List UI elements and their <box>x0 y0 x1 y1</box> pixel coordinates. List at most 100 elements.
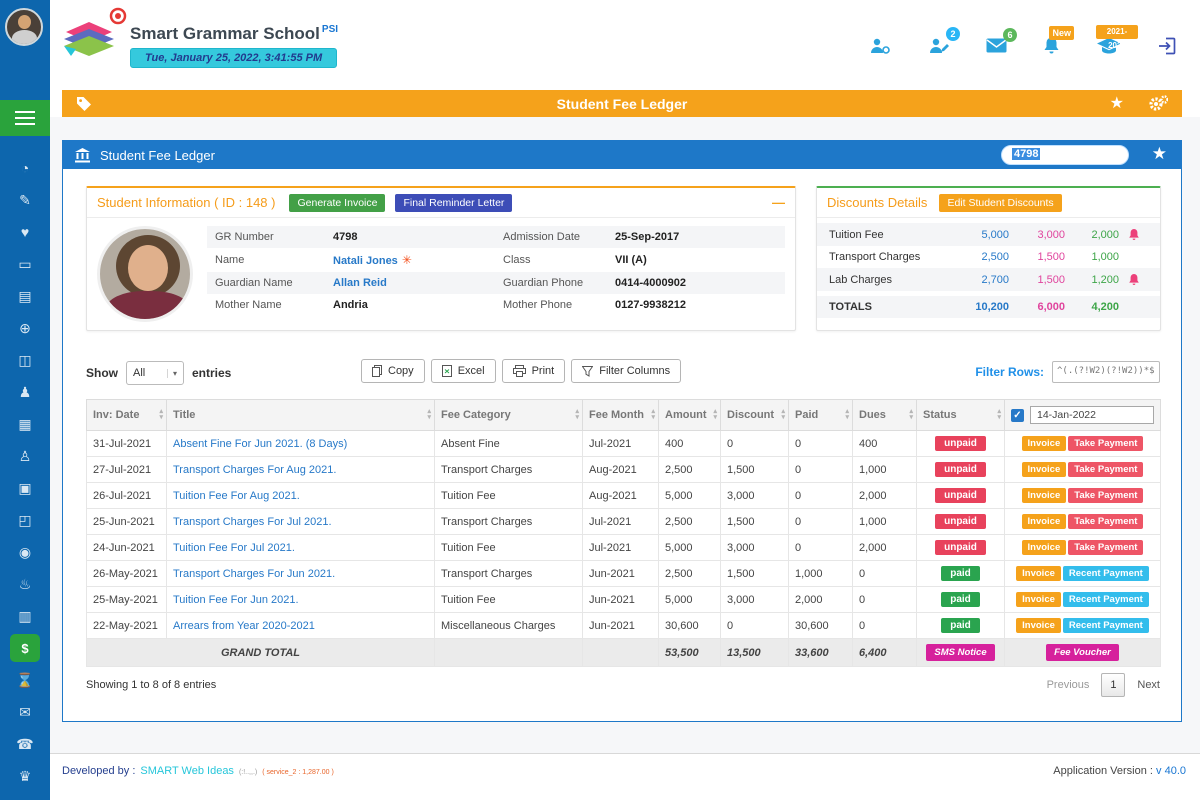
recent-payment-button[interactable]: Recent Payment <box>1063 592 1149 607</box>
amount: 30,600 <box>659 613 721 639</box>
ledger-search-input[interactable]: 4798 <box>1001 145 1129 165</box>
column-header-amount[interactable]: Amount▴▾ <box>659 400 721 431</box>
sidebar-item-staff[interactable]: ♟ <box>0 376 50 408</box>
print-button[interactable]: Print <box>502 359 566 383</box>
grand-dues: 6,400 <box>853 639 917 667</box>
sidebar-item-lab[interactable]: ♨ <box>0 568 50 600</box>
filter-rows-input[interactable]: ^(.(?!W2)(?!W2))*$ <box>1052 361 1160 383</box>
invoice-button[interactable]: Invoice <box>1016 592 1061 607</box>
final-reminder-button[interactable]: Final Reminder Letter <box>395 194 512 212</box>
invoice-button[interactable]: Invoice <box>1016 566 1061 581</box>
sidebar-item-ledger[interactable]: ▥ <box>0 600 50 632</box>
sidebar-item-news[interactable]: ▤ <box>0 280 50 312</box>
paid: 2,000 <box>789 587 853 613</box>
sidebar-item-website[interactable]: ⊕ <box>0 312 50 344</box>
generate-invoice-button[interactable]: Generate Invoice <box>289 194 385 212</box>
info-value[interactable]: Natali Jones✳ <box>333 253 503 267</box>
column-header-paid[interactable]: Paid▴▾ <box>789 400 853 431</box>
take-payment-button[interactable]: Take Payment <box>1068 488 1143 503</box>
recent-payment-button[interactable]: Recent Payment <box>1063 618 1149 633</box>
fee-title-link[interactable]: Arrears from Year 2020-2021 <box>167 613 435 639</box>
user-edit-icon[interactable]: 2 <box>927 37 950 55</box>
favorite-star-icon[interactable]: ★ <box>1110 96 1124 112</box>
paid: 1,000 <box>789 561 853 587</box>
sidebar-item-profile[interactable]: ◉ <box>0 536 50 568</box>
fee-title-link[interactable]: Transport Charges For Jun 2021. <box>167 561 435 587</box>
fee-title-link[interactable]: Transport Charges For Aug 2021. <box>167 457 435 483</box>
sidebar-item-fees[interactable]: $ <box>10 634 40 662</box>
fee-row: 24-Jun-2021Tuition Fee For Jul 2021.Tuit… <box>87 535 1161 561</box>
entries-select[interactable]: All ▾ <box>126 361 184 385</box>
sidebar: ◔✎♥▭▤⊕◫♟▦♙▣◰◉♨▥$⌛✉☎♛ <box>0 0 50 800</box>
invoice-button[interactable]: Invoice <box>1022 462 1067 477</box>
fee-category: Absent Fine <box>435 431 583 457</box>
column-header-status[interactable]: Status▴▾ <box>917 400 1005 431</box>
payment-date-input[interactable]: 14-Jan-2022 <box>1030 406 1154 424</box>
copy-button[interactable]: Copy <box>361 359 425 383</box>
sidebar-item-contacts[interactable]: ☎ <box>0 728 50 760</box>
fee-title-link[interactable]: Tuition Fee For Jul 2021. <box>167 535 435 561</box>
fee-title-link[interactable]: Tuition Fee For Aug 2021. <box>167 483 435 509</box>
user-settings-icon[interactable] <box>868 37 891 55</box>
logout-icon[interactable] <box>1158 37 1178 55</box>
info-value: 25-Sep-2017 <box>615 231 777 243</box>
column-header-title[interactable]: Title▴▾ <box>167 400 435 431</box>
sidebar-item-attendance[interactable]: ▦ <box>0 408 50 440</box>
edit-discounts-button[interactable]: Edit Student Discounts <box>939 194 1061 212</box>
info-value[interactable]: Allan Reid <box>333 277 503 289</box>
sidebar-item-reports[interactable]: ◰ <box>0 504 50 536</box>
sidebar-item-history[interactable]: ⌛ <box>0 664 50 696</box>
sort-icon: ▴▾ <box>713 409 717 421</box>
settings-gears-icon[interactable] <box>1148 95 1168 112</box>
select-all-checkbox[interactable]: ✓ <box>1011 409 1024 422</box>
take-payment-button[interactable]: Take Payment <box>1068 540 1143 555</box>
fee-title-link[interactable]: Absent Fine For Jun 2021. (8 Days) <box>167 431 435 457</box>
column-header-inv-date[interactable]: Inv: Date▴▾ <box>87 400 167 431</box>
sidebar-item-id-card[interactable]: ▭ <box>0 248 50 280</box>
sidebar-item-gallery[interactable]: ▣ <box>0 472 50 504</box>
fee-voucher-button[interactable]: Fee Voucher <box>1046 644 1119 661</box>
excel-button[interactable]: Excel <box>431 359 496 383</box>
pagination-next[interactable]: Next <box>1137 679 1160 691</box>
session-cap-icon[interactable]: 2021-2022 <box>1096 37 1122 55</box>
developer-link[interactable]: SMART Web Ideas <box>140 765 234 777</box>
take-payment-button[interactable]: Take Payment <box>1068 514 1143 529</box>
messages-icon[interactable]: 6 <box>986 38 1007 53</box>
invoice-button[interactable]: Invoice <box>1016 618 1061 633</box>
session-badge: 2021-2022 <box>1096 25 1138 39</box>
sidebar-item-inventory[interactable]: ◫ <box>0 344 50 376</box>
invoice-button[interactable]: Invoice <box>1022 436 1067 451</box>
take-payment-button[interactable]: Take Payment <box>1068 462 1143 477</box>
sidebar-item-messages[interactable]: ✉ <box>0 696 50 728</box>
pagination-previous[interactable]: Previous <box>1047 679 1090 691</box>
fee-title-link[interactable]: Tuition Fee For Jun 2021. <box>167 587 435 613</box>
menu-toggle-icon[interactable] <box>0 100 50 136</box>
recent-payment-button[interactable]: Recent Payment <box>1063 566 1149 581</box>
invoice-button[interactable]: Invoice <box>1022 514 1067 529</box>
tag-icon <box>76 96 92 112</box>
pagination-page-1[interactable]: 1 <box>1101 673 1125 697</box>
fee-title-link[interactable]: Transport Charges For Jul 2021. <box>167 509 435 535</box>
column-header-fee-month[interactable]: Fee Month▴▾ <box>583 400 659 431</box>
sidebar-item-student-edit[interactable]: ✎ <box>0 184 50 216</box>
sidebar-item-students[interactable]: ♙ <box>0 440 50 472</box>
column-header-discount[interactable]: Discount▴▾ <box>721 400 789 431</box>
filter-columns-button[interactable]: Filter Columns <box>571 359 681 383</box>
fee-month: Jun-2021 <box>583 587 659 613</box>
invoice-button[interactable]: Invoice <box>1022 540 1067 555</box>
sidebar-item-welfare[interactable]: ♥ <box>0 216 50 248</box>
panel-favorite-icon[interactable]: ★ <box>1152 144 1167 164</box>
take-payment-button[interactable]: Take Payment <box>1068 436 1143 451</box>
invoice-button[interactable]: Invoice <box>1022 488 1067 503</box>
column-header-fee-category[interactable]: Fee Category▴▾ <box>435 400 583 431</box>
sidebar-item-academics[interactable]: ♛ <box>0 760 50 792</box>
sms-notice-button[interactable]: SMS Notice <box>926 644 994 661</box>
sort-icon: ▴▾ <box>159 409 163 421</box>
footer-note-2: ( service_2 : 1,287.00 ) <box>262 769 334 776</box>
pagination: Previous 1 Next <box>1047 673 1160 697</box>
notifications-bell-icon[interactable]: New <box>1043 36 1060 55</box>
sidebar-item-dashboard[interactable]: ◔ <box>0 152 50 184</box>
user-avatar[interactable] <box>5 8 43 46</box>
collapse-icon[interactable]: — <box>772 195 785 210</box>
column-header-dues[interactable]: Dues▴▾ <box>853 400 917 431</box>
